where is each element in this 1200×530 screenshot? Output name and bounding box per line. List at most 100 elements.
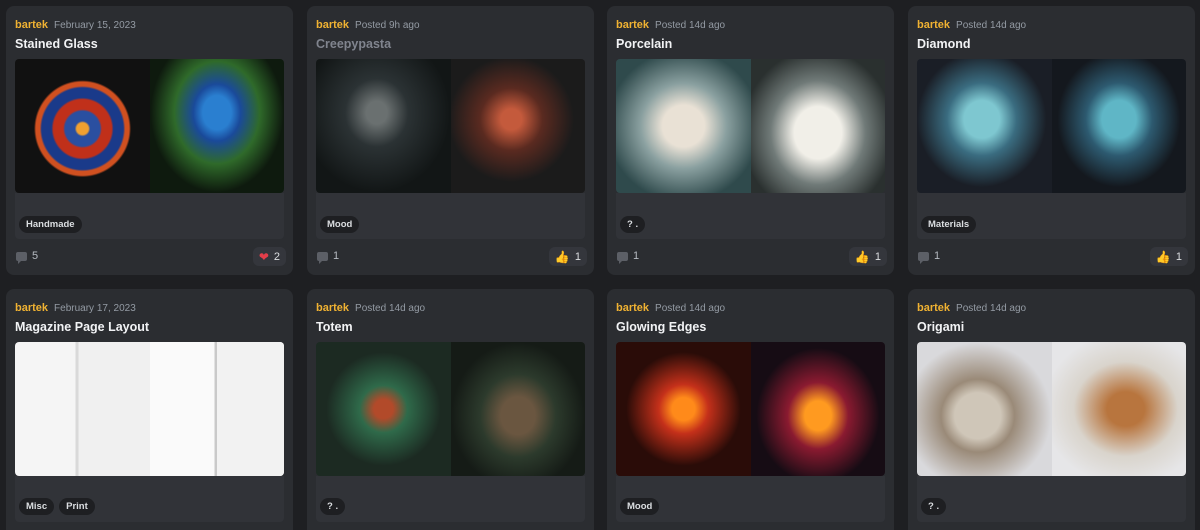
- comment-count-value: 1: [633, 250, 640, 262]
- artwork-left: [917, 59, 1052, 193]
- thumbs-up-icon: 👍: [854, 249, 870, 264]
- post-meta: bartek February 17, 2023: [15, 302, 136, 314]
- tag-chip[interactable]: Handmade: [19, 216, 82, 233]
- post-card-stained-glass[interactable]: bartek February 15, 2023 Stained Glass Ha…: [6, 6, 293, 275]
- thumbs-up-icon: 👍: [1155, 249, 1171, 264]
- comment-count[interactable]: 5: [16, 250, 39, 264]
- post-image[interactable]: [316, 342, 585, 476]
- heart-icon: ❤: [258, 249, 269, 264]
- comment-count[interactable]: 1: [317, 250, 340, 264]
- tag-chip[interactable]: Mood: [620, 498, 660, 515]
- post-image[interactable]: [616, 59, 885, 193]
- post-title[interactable]: Stained Glass: [15, 37, 98, 51]
- reaction-count: 2: [273, 250, 280, 263]
- post-image[interactable]: [616, 342, 885, 476]
- comment-count-value: 1: [333, 250, 340, 262]
- artwork-right: [450, 59, 585, 193]
- post-meta: bartek Posted 14d ago: [917, 19, 1026, 31]
- post-title[interactable]: Magazine Page Layout: [15, 320, 149, 334]
- artwork-left: [15, 59, 150, 193]
- post-date: Posted 14d ago: [956, 20, 1027, 31]
- comment-icon: [317, 251, 328, 264]
- post-date: Posted 9h ago: [355, 20, 420, 31]
- comment-icon: [16, 251, 27, 264]
- post-meta: bartek February 15, 2023: [15, 19, 136, 31]
- post-meta: bartek Posted 14d ago: [316, 302, 425, 314]
- author-name[interactable]: bartek: [316, 19, 349, 31]
- post-card-diamond[interactable]: bartek Posted 14d ago Diamond Materials 1…: [908, 6, 1195, 275]
- image-caption-area: [917, 476, 1186, 522]
- reaction-button[interactable]: 👍 1: [848, 247, 887, 266]
- author-name[interactable]: bartek: [15, 19, 48, 31]
- reaction-button[interactable]: 👍 1: [548, 247, 587, 266]
- post-card-origami[interactable]: bartek Posted 14d ago Origami ? .: [908, 289, 1195, 530]
- post-card-creepypasta[interactable]: bartek Posted 9h ago Creepypasta Mood 1 👍…: [307, 6, 594, 275]
- author-name[interactable]: bartek: [15, 302, 48, 314]
- tag-chip[interactable]: Mood: [320, 216, 360, 233]
- tag-chip[interactable]: Materials: [921, 216, 977, 233]
- post-card-porcelain[interactable]: bartek Posted 14d ago Porcelain ? . 1 👍 1: [607, 6, 894, 275]
- author-name[interactable]: bartek: [616, 302, 649, 314]
- post-title[interactable]: Porcelain: [616, 37, 672, 51]
- author-name[interactable]: bartek: [616, 19, 649, 31]
- post-date: February 15, 2023: [54, 20, 136, 31]
- comment-icon: [918, 251, 929, 264]
- reaction-count: 1: [574, 250, 581, 263]
- artwork-right: [149, 59, 284, 193]
- author-name[interactable]: bartek: [917, 19, 950, 31]
- post-date: Posted 14d ago: [355, 303, 426, 314]
- artwork-left: [917, 342, 1052, 476]
- post-title[interactable]: Diamond: [917, 37, 970, 51]
- post-card-glowing-edges[interactable]: bartek Posted 14d ago Glowing Edges Mood: [607, 289, 894, 530]
- comment-icon: [617, 251, 628, 264]
- artwork-left: [15, 342, 150, 476]
- tag-chip[interactable]: ? .: [921, 498, 947, 515]
- comment-count-value: 1: [934, 250, 941, 262]
- post-title[interactable]: Glowing Edges: [616, 320, 706, 334]
- reaction-button[interactable]: ❤ 2: [252, 247, 286, 266]
- reaction-button[interactable]: 👍 1: [1149, 247, 1188, 266]
- author-name[interactable]: bartek: [316, 302, 349, 314]
- reaction-count: 1: [874, 250, 881, 263]
- post-image[interactable]: [15, 59, 284, 193]
- post-meta: bartek Posted 14d ago: [616, 19, 725, 31]
- post-title[interactable]: Creepypasta: [316, 37, 391, 51]
- post-card-totem[interactable]: bartek Posted 14d ago Totem ? .: [307, 289, 594, 530]
- post-image[interactable]: [15, 342, 284, 476]
- tag-chip[interactable]: Print: [59, 498, 95, 515]
- post-title[interactable]: Origami: [917, 320, 964, 334]
- image-caption-area: [616, 193, 885, 239]
- artwork-right: [750, 59, 885, 193]
- post-card-magazine-page-layout[interactable]: bartek February 17, 2023 Magazine Page La…: [6, 289, 293, 530]
- artwork-right: [1051, 342, 1186, 476]
- artwork-left: [616, 342, 751, 476]
- post-image[interactable]: [316, 59, 585, 193]
- comment-count-value: 5: [32, 250, 39, 262]
- post-meta: bartek Posted 14d ago: [917, 302, 1026, 314]
- author-name[interactable]: bartek: [917, 302, 950, 314]
- post-date: Posted 14d ago: [655, 20, 726, 31]
- thumbs-up-icon: 👍: [554, 249, 570, 264]
- post-date: Posted 14d ago: [655, 303, 726, 314]
- comment-count[interactable]: 1: [617, 250, 640, 264]
- artwork-left: [316, 59, 451, 193]
- reaction-count: 1: [1175, 250, 1182, 263]
- post-meta: bartek Posted 14d ago: [616, 302, 725, 314]
- image-caption-area: [316, 476, 585, 522]
- artwork-right: [149, 342, 284, 476]
- post-meta: bartek Posted 9h ago: [316, 19, 420, 31]
- comment-count[interactable]: 1: [918, 250, 941, 264]
- post-image[interactable]: [917, 59, 1186, 193]
- tag-chip[interactable]: Misc: [19, 498, 55, 515]
- post-image[interactable]: [917, 342, 1186, 476]
- post-date: Posted 14d ago: [956, 303, 1027, 314]
- artwork-left: [316, 342, 451, 476]
- artwork-right: [1051, 59, 1186, 193]
- artwork-right: [750, 342, 885, 476]
- artwork-right: [450, 342, 585, 476]
- tag-chip[interactable]: ? .: [620, 216, 646, 233]
- tag-chip[interactable]: ? .: [320, 498, 346, 515]
- post-date: February 17, 2023: [54, 303, 136, 314]
- post-title[interactable]: Totem: [316, 320, 353, 334]
- artwork-left: [616, 59, 751, 193]
